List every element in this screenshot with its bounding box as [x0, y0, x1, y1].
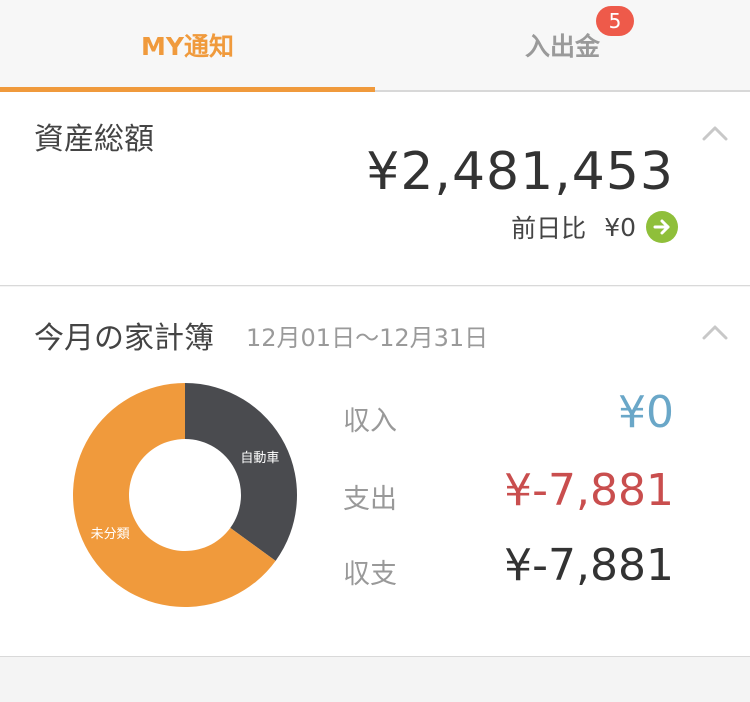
balance-label: 収支 [343, 559, 397, 590]
monthly-household-card: 今月の家計簿 12月01日〜12月31日 自動車未分類 収入 ¥0 支出 ¥-7… [0, 287, 750, 657]
pie-slice-label-0: 自動車 [240, 451, 279, 466]
arrow-right-icon[interactable] [646, 211, 678, 243]
balance-value: ¥-7,881 [504, 540, 674, 591]
day-diff-label: 前日比 [511, 214, 587, 243]
income-label: 収入 [343, 406, 397, 437]
chevron-up-icon[interactable] [702, 319, 728, 345]
period-range: 12月01日〜12月31日 [246, 324, 489, 352]
day-diff-row: 前日比 ¥0 [511, 209, 678, 245]
total-assets-card: 資産総額 ¥2,481,453 前日比 ¥0 [0, 92, 750, 286]
notification-badge: 5 [596, 6, 634, 36]
expense-value: ¥-7,881 [504, 465, 674, 516]
tab-my-notifications[interactable]: MY通知 [0, 0, 375, 92]
chevron-up-icon[interactable] [702, 120, 728, 146]
pie-slice-label-1: 未分類 [91, 527, 130, 542]
tab-bar: MY通知 入出金 5 [0, 0, 750, 92]
expense-label: 支出 [343, 484, 397, 515]
income-value: ¥0 [618, 387, 674, 438]
section-title: 資産総額 [34, 122, 154, 157]
expense-donut-chart: 自動車未分類 [73, 383, 298, 607]
day-diff-value: ¥0 [604, 212, 636, 242]
tab-label: 入出金 [524, 32, 600, 61]
section-title: 今月の家計簿 [34, 321, 214, 356]
tab-label: MY通知 [141, 32, 234, 61]
total-assets-value: ¥2,481,453 [366, 142, 674, 202]
pie-slice-0 [185, 383, 298, 561]
tab-deposits-withdrawals[interactable]: 入出金 [375, 0, 750, 90]
